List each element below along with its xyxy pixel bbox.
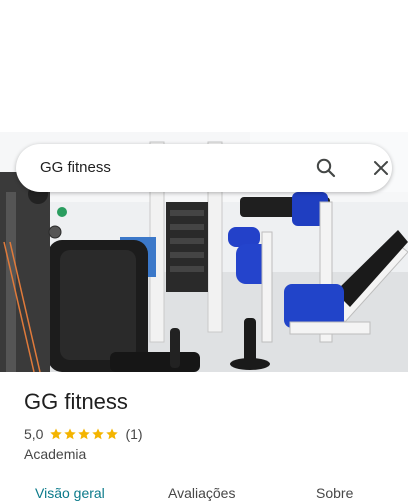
place-tabs: Visão geral Avaliações Sobre	[0, 480, 408, 504]
search-query[interactable]: GG fitness	[40, 144, 111, 192]
rating-row[interactable]: 5,0 (1)	[24, 424, 143, 444]
search-bar[interactable]: GG fitness	[16, 144, 392, 192]
place-category[interactable]: Academia	[24, 445, 86, 463]
star-icon	[50, 428, 63, 440]
place-title: GG fitness	[24, 389, 128, 414]
rating-stars	[49, 427, 119, 441]
tab-reviews[interactable]: Avaliações	[168, 484, 235, 502]
rating-value: 5,0	[24, 426, 44, 442]
tab-overview[interactable]: Visão geral	[35, 484, 105, 502]
tab-about[interactable]: Sobre	[316, 484, 353, 502]
map-blank-area	[0, 0, 408, 132]
star-icon	[78, 428, 91, 440]
close-icon[interactable]	[369, 156, 393, 180]
star-icon	[92, 428, 105, 440]
star-icon	[64, 428, 77, 440]
search-icon[interactable]	[314, 156, 338, 180]
star-icon	[106, 428, 119, 440]
review-count[interactable]: (1)	[125, 426, 142, 442]
